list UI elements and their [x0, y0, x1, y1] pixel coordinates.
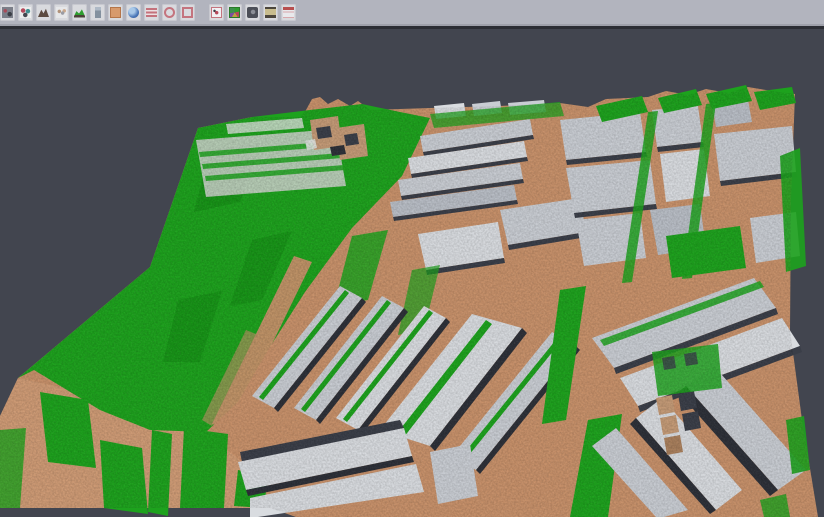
mountain-button[interactable]	[36, 4, 51, 21]
toolbar	[0, 0, 824, 24]
ring-button[interactable]	[162, 4, 177, 21]
open-cloud-icon	[2, 7, 13, 18]
profile-icon	[95, 7, 101, 18]
classification-icon	[229, 7, 240, 18]
camera-button[interactable]	[245, 4, 260, 21]
clip-box-icon	[211, 7, 222, 18]
selection-bounds-button[interactable]	[180, 4, 195, 21]
sparse-points-icon	[56, 7, 67, 18]
application-window	[0, 0, 824, 517]
globe-icon	[128, 7, 139, 18]
camera-icon	[247, 7, 258, 18]
point-cloud-noise-light	[0, 29, 824, 517]
ortho-image-button[interactable]	[108, 4, 123, 21]
align-points-icon	[20, 7, 31, 18]
open-cloud-button[interactable]	[0, 4, 15, 21]
terrain-icon	[74, 7, 85, 18]
clip-box-button[interactable]	[209, 4, 224, 21]
ortho-image-icon	[110, 7, 121, 18]
striped-card-icon	[283, 7, 294, 18]
profile-button[interactable]	[90, 4, 105, 21]
sparse-points-button[interactable]	[54, 4, 69, 21]
hourglass-icon	[265, 7, 276, 18]
selection-bounds-icon	[182, 7, 193, 18]
striped-card-button[interactable]	[281, 4, 296, 21]
red-list-icon	[146, 8, 157, 17]
hourglass-button[interactable]	[263, 4, 278, 21]
terrain-button[interactable]	[72, 4, 87, 21]
classification-button[interactable]	[227, 4, 242, 21]
ring-icon	[164, 7, 175, 18]
point-cloud-render	[0, 29, 824, 517]
red-list-button[interactable]	[144, 4, 159, 21]
globe-button[interactable]	[126, 4, 141, 21]
mountain-icon	[38, 7, 49, 18]
viewport-3d[interactable]	[0, 29, 824, 517]
align-points-button[interactable]	[18, 4, 33, 21]
